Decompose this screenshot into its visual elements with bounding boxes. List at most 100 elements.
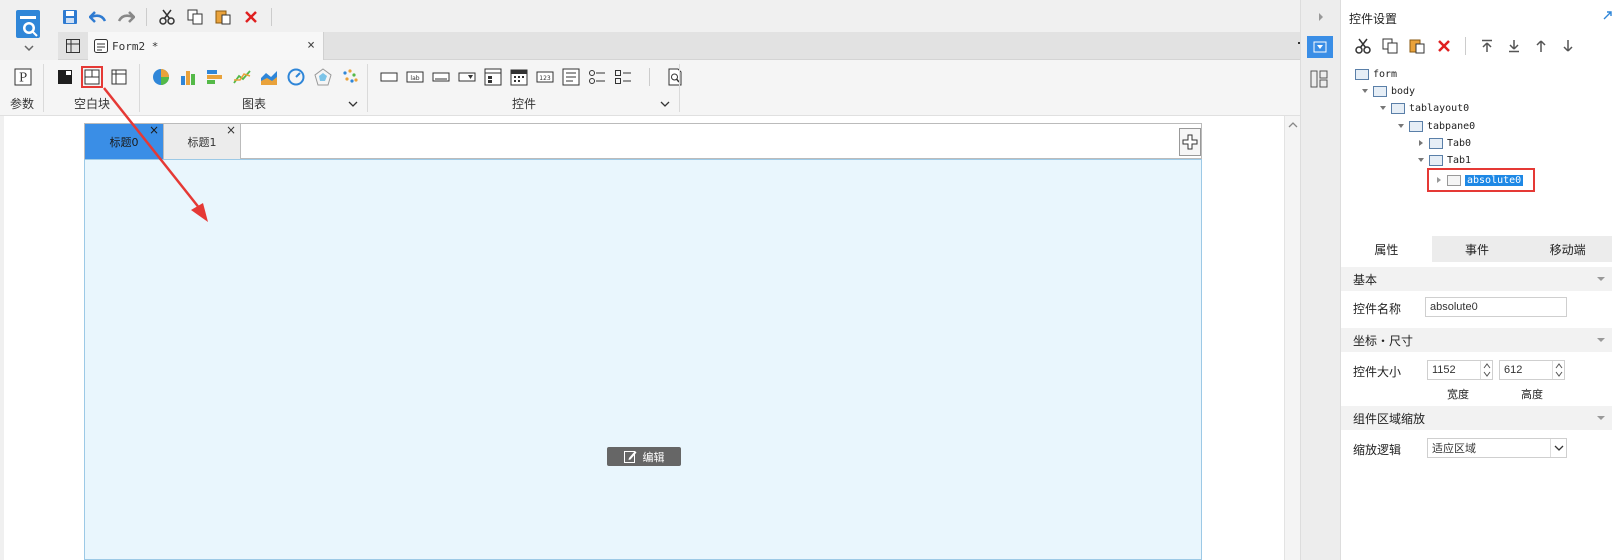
area-chart-icon[interactable]	[258, 66, 280, 88]
widget-name-input[interactable]: absolute0	[1425, 297, 1567, 317]
scale-logic-select[interactable]: 适应区域	[1427, 438, 1567, 458]
paste-icon[interactable]	[211, 5, 235, 29]
quick-toolbar	[58, 4, 276, 30]
horizontal-bar-chart-icon[interactable]	[204, 66, 226, 88]
delete-icon[interactable]	[239, 5, 263, 29]
dropdown-tree-widget-icon[interactable]	[482, 66, 504, 88]
checkbox-group-widget-icon[interactable]	[612, 66, 634, 88]
panel-cut-icon[interactable]	[1353, 36, 1373, 56]
table-layout-icon[interactable]	[108, 66, 130, 88]
tree-node-label: tabpane0	[1427, 120, 1476, 132]
pie-chart-icon[interactable]	[150, 66, 172, 88]
canvas-vertical-scrollbar[interactable]	[1284, 116, 1300, 560]
tab-pane-body[interactable]	[84, 159, 1202, 560]
tab-title-0[interactable]: 标题0 ×	[85, 124, 163, 159]
tree-node-body[interactable]: body	[1361, 83, 1415, 99]
height-spinner-icon[interactable]	[1552, 361, 1564, 379]
edit-button[interactable]: 编辑	[607, 447, 681, 466]
tree-node-form[interactable]: form	[1355, 66, 1397, 82]
move-to-top-icon[interactable]	[1477, 36, 1497, 56]
app-menu-button[interactable]	[10, 8, 48, 52]
copy-icon[interactable]	[183, 5, 207, 29]
panel-delete-icon[interactable]	[1434, 36, 1454, 56]
dropdown-widget-icon[interactable]	[456, 66, 478, 88]
tab-layout-block-button[interactable]	[81, 66, 103, 88]
text-field-widget-icon[interactable]	[430, 66, 452, 88]
tree-node-tab0[interactable]: Tab0	[1417, 135, 1471, 151]
side-icon-strip	[1300, 0, 1340, 560]
panel-toolbar	[1353, 36, 1578, 56]
ribbon-group-widget: lab 123 控件	[368, 60, 682, 116]
file-tab-close-icon[interactable]: ×	[307, 38, 315, 53]
tree-node-label: body	[1391, 85, 1416, 97]
param-icon-glyph: P	[19, 71, 27, 85]
widget-group-expand-icon[interactable]	[660, 100, 670, 108]
tree-node-tablayout0[interactable]: tablayout0	[1379, 100, 1469, 116]
width-spinner-icon[interactable]	[1480, 361, 1492, 379]
section-scale-label: 组件区域缩放	[1353, 411, 1426, 426]
width-input[interactable]: 1152	[1427, 360, 1493, 380]
chart-group-expand-icon[interactable]	[348, 100, 358, 108]
edit-icon	[623, 451, 636, 463]
ribbon-toolbar: P 参数 空白块 图表 lab 123 控件	[0, 60, 1334, 116]
ribbon-group-widget-label: 控件	[511, 97, 536, 111]
section-coords[interactable]: 坐标・尺寸	[1341, 328, 1612, 352]
panel-pin-icon[interactable]	[1603, 10, 1612, 20]
redo-icon[interactable]	[114, 5, 138, 29]
ribbon-group-chart: 图表	[140, 60, 368, 116]
bar-chart-icon[interactable]	[177, 66, 199, 88]
move-down-icon[interactable]	[1558, 36, 1578, 56]
section-scale[interactable]: 组件区域缩放	[1341, 406, 1612, 430]
widget-settings-side-button[interactable]	[1307, 36, 1333, 58]
expanded-caret-icon[interactable]	[1379, 104, 1387, 112]
expanded-caret-icon[interactable]	[1417, 156, 1425, 164]
query-button-icon[interactable]	[664, 66, 686, 88]
tree-node-tabpane0[interactable]: tabpane0	[1397, 118, 1475, 134]
ribbon-group-param: P 参数	[0, 60, 44, 116]
radio-group-widget-icon[interactable]	[586, 66, 608, 88]
save-icon[interactable]	[58, 5, 82, 29]
number-widget-icon[interactable]: 123	[534, 66, 556, 88]
date-widget-icon[interactable]	[508, 66, 530, 88]
section-collapse-icon[interactable]	[1597, 276, 1605, 282]
collapse-right-icon[interactable]	[1317, 12, 1325, 22]
tab-mobile[interactable]: 移动端	[1522, 236, 1612, 262]
section-basic[interactable]: 基本	[1341, 267, 1612, 291]
ribbon-group-blank: 空白块	[44, 60, 140, 116]
gauge-chart-icon[interactable]	[285, 66, 307, 88]
parameter-panel-icon[interactable]: P	[12, 66, 34, 88]
ribbon-group-chart-label: 图表	[241, 97, 266, 111]
section-collapse-icon[interactable]	[1597, 415, 1605, 421]
width-value: 1152	[1432, 364, 1456, 376]
absolute-layout-icon[interactable]	[54, 66, 76, 88]
move-to-bottom-icon[interactable]	[1504, 36, 1524, 56]
panel-paste-icon[interactable]	[1407, 36, 1427, 56]
component-library-icon[interactable]	[1310, 70, 1328, 88]
text-area-widget-icon[interactable]	[560, 66, 582, 88]
height-input[interactable]: 612	[1499, 360, 1565, 380]
line-chart-icon[interactable]	[231, 66, 253, 88]
expanded-caret-icon[interactable]	[1397, 122, 1405, 130]
collapsed-caret-icon[interactable]	[1417, 139, 1425, 147]
move-up-icon[interactable]	[1531, 36, 1551, 56]
chevron-down-icon[interactable]	[1550, 439, 1566, 457]
cut-icon[interactable]	[155, 5, 179, 29]
tab-properties[interactable]: 属性	[1341, 236, 1432, 262]
scatter-chart-icon[interactable]	[339, 66, 361, 88]
expanded-caret-icon[interactable]	[1361, 87, 1369, 95]
radar-chart-icon[interactable]	[312, 66, 334, 88]
tree-node-tab1[interactable]: Tab1	[1417, 152, 1471, 168]
section-collapse-icon[interactable]	[1597, 337, 1605, 343]
file-tab-form2[interactable]: Form2 * ×	[88, 32, 324, 60]
label-widget-icon[interactable]: lab	[404, 66, 426, 88]
button-widget-icon[interactable]	[378, 66, 400, 88]
template-grid-icon[interactable]	[58, 32, 88, 60]
tab-title-0-close-icon[interactable]: ×	[149, 124, 159, 136]
tab-events[interactable]: 事件	[1432, 236, 1523, 262]
tab-title-1[interactable]: 标题1 ×	[163, 124, 241, 159]
tab-title-1-close-icon[interactable]: ×	[226, 124, 236, 136]
undo-icon[interactable]	[86, 5, 110, 29]
panel-copy-icon[interactable]	[1380, 36, 1400, 56]
add-tab-button[interactable]	[1179, 128, 1201, 156]
property-tabs: 属性 事件 移动端	[1341, 236, 1612, 262]
